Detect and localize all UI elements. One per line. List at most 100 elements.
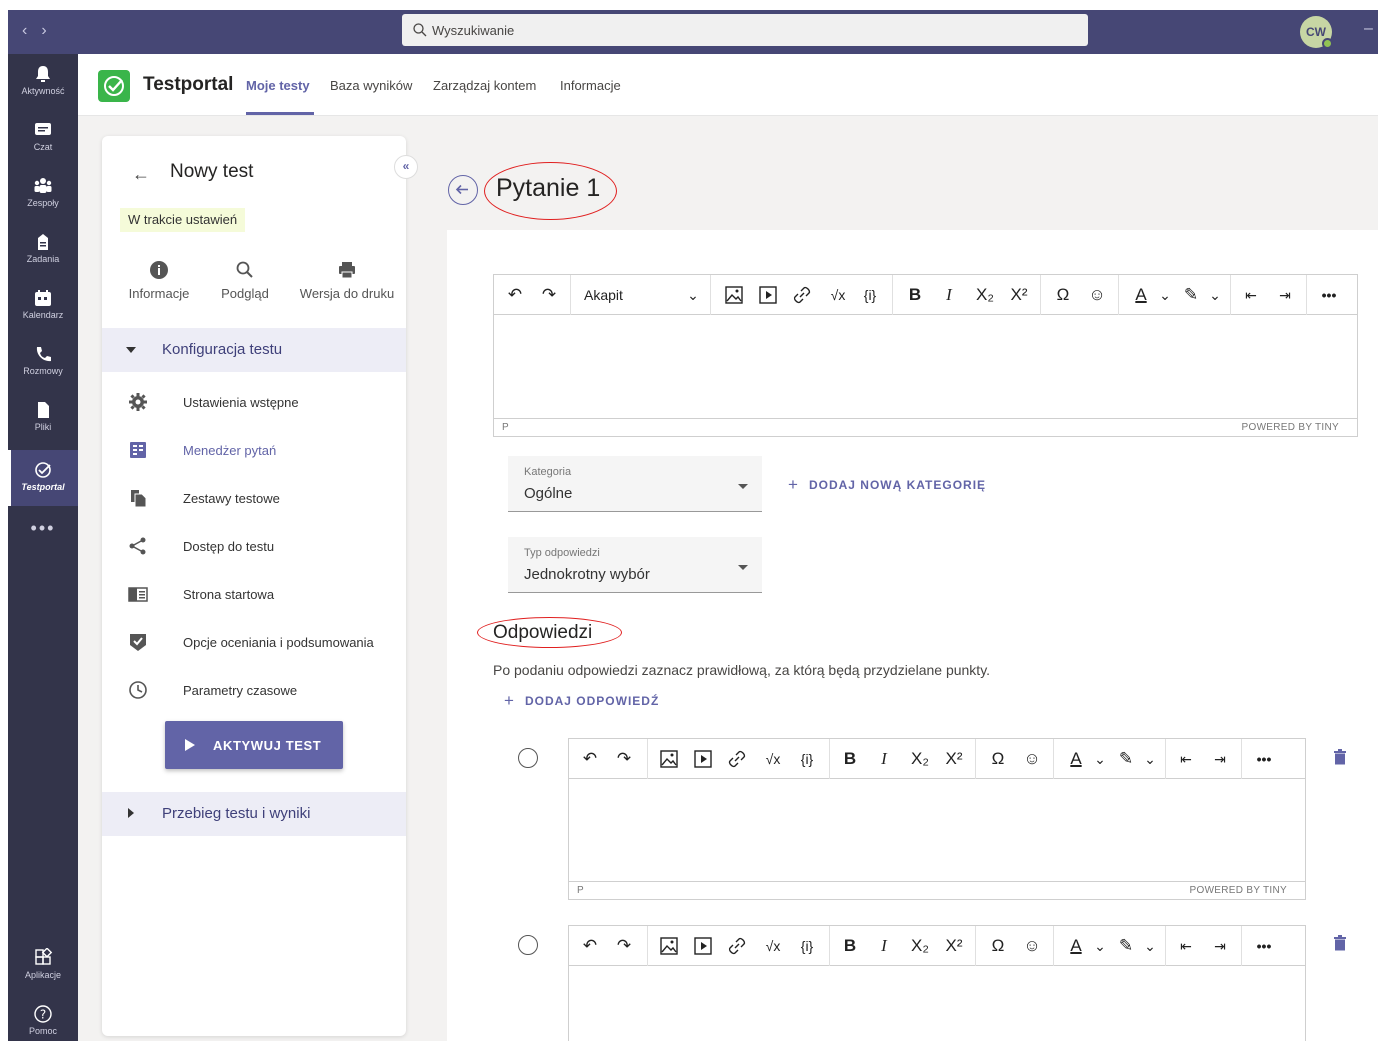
rail-item-help[interactable]: ? Pomoc (8, 994, 78, 1041)
image-icon[interactable] (724, 285, 744, 305)
action-info[interactable]: Informacje (124, 260, 194, 301)
trash-icon[interactable] (1333, 749, 1347, 765)
more-icon[interactable]: ••• (1253, 936, 1275, 956)
link-icon[interactable] (727, 749, 747, 769)
tab-info[interactable]: Informacje (560, 78, 621, 93)
variable-icon[interactable]: {i} (797, 936, 817, 956)
link-icon[interactable] (727, 936, 747, 956)
answer-editor[interactable]: ↶ ↷ √x {i} B I X₂ X² Ω ☺ A ⌄ ✎ ⌄ ⇤ ⇥ ••• (568, 738, 1306, 900)
menu-item-test-sets[interactable]: Zestawy testowe (102, 478, 406, 518)
redo-icon[interactable]: ↷ (613, 749, 635, 769)
undo-icon[interactable]: ↶ (579, 749, 601, 769)
add-answer-button[interactable]: + DODAJ ODPOWIEDŹ (504, 691, 659, 711)
menu-item-initial-settings[interactable]: Ustawienia wstępne (102, 382, 406, 422)
indent-icon[interactable]: ⇥ (1209, 936, 1231, 956)
italic-icon[interactable]: I (875, 749, 893, 769)
question-editor[interactable]: ↶ ↷ Akapit ⌄ √x {i} B I X₂ X² Ω ☺ A ⌄ ✎ … (493, 274, 1358, 437)
emoji-icon[interactable]: ☺ (1021, 749, 1043, 769)
tab-results[interactable]: Baza wyników (330, 78, 412, 93)
section-test-config[interactable]: Konfiguracja testu (102, 328, 406, 372)
rail-item-testportal[interactable]: Testportal (8, 450, 78, 506)
menu-item-time-settings[interactable]: Parametry czasowe (102, 670, 406, 710)
menu-item-test-access[interactable]: Dostęp do testu (102, 526, 406, 566)
more-apps-button[interactable]: ••• (8, 518, 78, 539)
chevron-down-icon[interactable]: ⌄ (1208, 285, 1222, 305)
chevron-down-icon[interactable]: ⌄ (1093, 749, 1107, 769)
rail-item-apps[interactable]: Aplikacje (8, 938, 78, 994)
text-color-icon[interactable]: A (1065, 749, 1087, 769)
rail-item-assignments[interactable]: Zadania (8, 222, 78, 278)
outdent-icon[interactable]: ⇤ (1175, 936, 1197, 956)
undo-icon[interactable]: ↶ (579, 936, 601, 956)
minimize-icon[interactable]: – (1364, 20, 1373, 38)
math-icon[interactable]: √x (759, 936, 787, 956)
image-icon[interactable] (659, 936, 679, 956)
superscript-icon[interactable]: X² (943, 749, 965, 769)
highlight-icon[interactable]: ✎ (1180, 285, 1202, 305)
search-input[interactable]: Wyszukiwanie (432, 23, 514, 38)
category-select[interactable]: Kategoria Ogólne (508, 456, 762, 512)
highlight-icon[interactable]: ✎ (1115, 936, 1137, 956)
math-icon[interactable]: √x (824, 285, 852, 305)
redo-icon[interactable]: ↷ (613, 936, 635, 956)
section-test-results[interactable]: Przebieg testu i wyniki (102, 792, 406, 836)
emoji-icon[interactable]: ☺ (1086, 285, 1108, 305)
subscript-icon[interactable]: X₂ (909, 749, 931, 769)
variable-icon[interactable]: {i} (797, 749, 817, 769)
subscript-icon[interactable]: X₂ (909, 936, 931, 956)
special-char-icon[interactable]: Ω (987, 936, 1009, 956)
bold-icon[interactable]: B (906, 285, 924, 305)
search-box[interactable]: Wyszukiwanie (402, 14, 1088, 46)
video-icon[interactable] (758, 285, 778, 305)
answer-type-select[interactable]: Typ odpowiedzi Jednokrotny wybór (508, 537, 762, 593)
emoji-icon[interactable]: ☺ (1021, 936, 1043, 956)
indent-icon[interactable]: ⇥ (1274, 285, 1296, 305)
superscript-icon[interactable]: X² (1008, 285, 1030, 305)
bold-icon[interactable]: B (841, 749, 859, 769)
trash-icon[interactable] (1333, 935, 1347, 951)
menu-item-grading-options[interactable]: Opcje oceniania i podsumowania (102, 622, 406, 662)
rail-item-chat[interactable]: Czat (8, 110, 78, 166)
tab-my-tests[interactable]: Moje testy (246, 78, 310, 93)
rail-item-teams[interactable]: Zespoły (8, 166, 78, 222)
italic-icon[interactable]: I (875, 936, 893, 956)
tab-account[interactable]: Zarządzaj kontem (433, 78, 536, 93)
collapse-panel-button[interactable]: « (394, 155, 418, 179)
italic-icon[interactable]: I (940, 285, 958, 305)
answer-editor[interactable]: ↶ ↷ √x {i} B I X₂ X² Ω ☺ A ⌄ ✎ ⌄ ⇤ ⇥ ••• (568, 925, 1306, 1041)
video-icon[interactable] (693, 749, 713, 769)
text-color-icon[interactable]: A (1130, 285, 1152, 305)
action-print[interactable]: Wersja do druku (294, 260, 400, 301)
chevron-down-icon[interactable]: ⌄ (1158, 285, 1172, 305)
rail-item-activity[interactable]: Aktywność (8, 54, 78, 110)
rail-item-files[interactable]: Pliki (8, 390, 78, 446)
format-select[interactable]: Akapit (584, 285, 623, 305)
more-icon[interactable]: ••• (1253, 749, 1275, 769)
video-icon[interactable] (693, 936, 713, 956)
more-icon[interactable]: ••• (1318, 285, 1340, 305)
menu-item-start-page[interactable]: Strona startowa (102, 574, 406, 614)
subscript-icon[interactable]: X₂ (974, 285, 996, 305)
redo-icon[interactable]: ↷ (538, 285, 560, 305)
special-char-icon[interactable]: Ω (987, 749, 1009, 769)
activate-test-button[interactable]: AKTYWUJ TEST (165, 721, 343, 769)
history-nav[interactable]: ‹› (22, 22, 61, 40)
text-color-icon[interactable]: A (1065, 936, 1087, 956)
menu-item-question-manager[interactable]: Menedżer pytań (102, 430, 406, 470)
link-icon[interactable] (792, 285, 812, 305)
rail-item-calendar[interactable]: Kalendarz (8, 278, 78, 334)
highlight-icon[interactable]: ✎ (1115, 749, 1137, 769)
add-category-button[interactable]: + DODAJ NOWĄ KATEGORIĘ (788, 475, 986, 495)
math-icon[interactable]: √x (759, 749, 787, 769)
back-button[interactable] (448, 175, 478, 205)
avatar[interactable]: CW (1300, 16, 1333, 49)
chevron-down-icon[interactable]: ⌄ (1143, 749, 1157, 769)
answer-correct-radio[interactable] (518, 748, 538, 768)
bold-icon[interactable]: B (841, 936, 859, 956)
undo-icon[interactable]: ↶ (504, 285, 526, 305)
chevron-down-icon[interactable]: ⌄ (686, 285, 700, 305)
superscript-icon[interactable]: X² (943, 936, 965, 956)
answer-correct-radio[interactable] (518, 935, 538, 955)
action-preview[interactable]: Podgląd (210, 260, 280, 301)
back-arrow-icon[interactable]: ← (132, 164, 150, 185)
